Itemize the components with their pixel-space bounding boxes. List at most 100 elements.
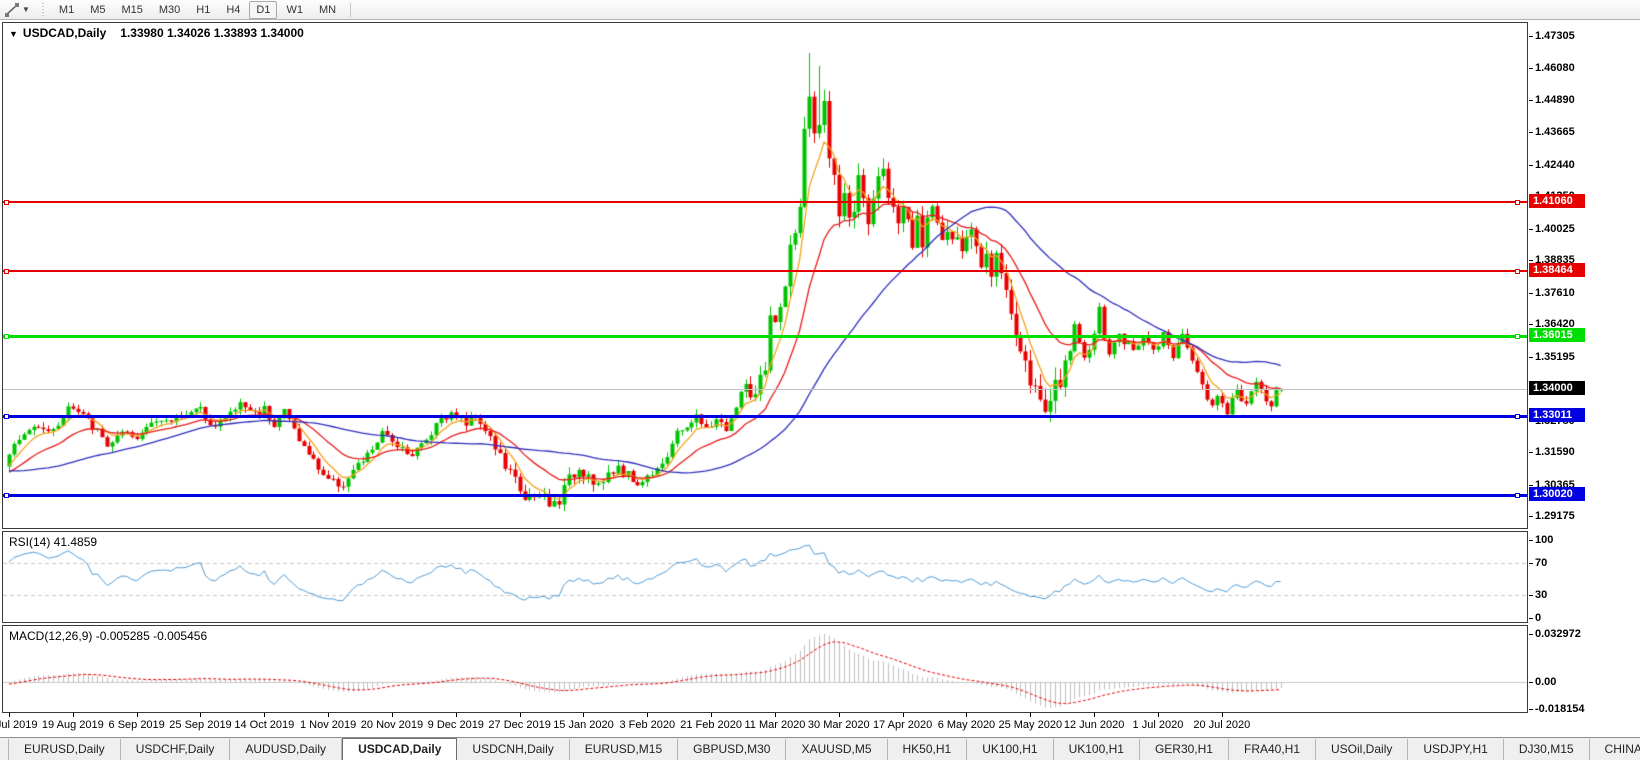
rsi-axis-tick: 100 — [1528, 534, 1554, 546]
price-axis-tick: 1.42440 — [1529, 158, 1575, 171]
rsi-canvas[interactable] — [3, 532, 1527, 622]
time-axis-label: 6 May 2020 — [937, 719, 996, 731]
timeframe-button-d1[interactable]: D1 — [249, 0, 278, 19]
macd-indicator-panel: MACD(12,26,9) -0.005285 -0.005456 — [2, 625, 1528, 713]
chart-tab-ger30-h1-11[interactable]: GER30,H1 — [1140, 739, 1229, 760]
trendline-tool-icon[interactable] — [4, 2, 20, 17]
horizontal-level-line-1.33011[interactable] — [3, 415, 1527, 418]
chart-tab-usdcnh-daily-4[interactable]: USDCNH,Daily — [457, 739, 570, 760]
price-axis-tick: 1.35195 — [1529, 350, 1575, 363]
time-axis-tick — [72, 713, 74, 717]
chart-tab-usdcad-daily-3[interactable]: USDCAD,Daily — [342, 738, 458, 760]
line-anchor-handle[interactable] — [1515, 200, 1520, 205]
timeframe-button-m1[interactable]: M1 — [52, 1, 81, 19]
time-axis-label: 9 Dec 2019 — [427, 719, 484, 731]
line-anchor-handle[interactable] — [4, 200, 9, 205]
chart-tab-usdjpy-h1-14[interactable]: USDJPY,H1 — [1408, 739, 1504, 760]
line-anchor-handle[interactable] — [1515, 493, 1520, 498]
timeframe-button-h1[interactable]: H1 — [189, 1, 217, 19]
time-axis-tick — [1094, 713, 1096, 717]
toolbar-grip[interactable] — [40, 2, 46, 17]
timeframe-button-w1[interactable]: W1 — [279, 1, 310, 19]
time-axis-tick — [647, 713, 649, 717]
chart-tab-china300-h4-16[interactable]: CHINA300,H4 — [1590, 739, 1640, 760]
horizontal-level-line-1.38464[interactable] — [3, 270, 1527, 272]
line-anchor-handle[interactable] — [4, 493, 9, 498]
price-axis-tick: 1.44890 — [1529, 93, 1575, 106]
timeframe-button-h4[interactable]: H4 — [219, 1, 247, 19]
toolbar-separator — [350, 2, 352, 17]
line-anchor-handle[interactable] — [4, 334, 9, 339]
timeframe-button-mn[interactable]: MN — [312, 1, 343, 19]
time-axis-tick — [136, 713, 138, 717]
rsi-axis-tick: 70 — [1528, 557, 1548, 570]
chart-tab-eurusd-daily-0[interactable]: EURUSD,Daily — [8, 739, 121, 760]
chart-tab-usdchf-daily-1[interactable]: USDCHF,Daily — [121, 739, 231, 760]
chart-tab-dj30-m15-15[interactable]: DJ30,M15 — [1504, 739, 1590, 760]
chart-tab-hk50-h1-8[interactable]: HK50,H1 — [888, 739, 968, 760]
time-axis-tick — [711, 713, 713, 717]
time-axis-label: 1 Nov 2019 — [300, 719, 357, 731]
macd-canvas[interactable] — [3, 626, 1527, 712]
time-axis-label: 1 Jul 2020 — [1132, 719, 1184, 731]
tool-dropdown-caret[interactable]: ▼ — [22, 5, 30, 14]
price-axis-tick: 1.47305 — [1529, 29, 1575, 42]
time-axis-tick — [774, 713, 776, 717]
chart-tab-gbpusd-m30-6[interactable]: GBPUSD,M30 — [678, 739, 787, 760]
time-axis-label: 20 Nov 2019 — [360, 719, 424, 731]
chart-title-caret[interactable]: ▼ — [9, 29, 18, 39]
timeframe-button-m30[interactable]: M30 — [152, 1, 187, 19]
timeframe-buttons: M1 M5 M15 M30 H1 H4 D1 W1 MN — [51, 0, 344, 19]
line-anchor-handle[interactable] — [1515, 334, 1520, 339]
terminal-window: ▼ M1 M5 M15 M30 H1 H4 D1 W1 MN ▼ USDCAD,Daily 1.33… — [0, 0, 1640, 760]
chart-symbol-period: USDCAD,Daily — [22, 26, 107, 40]
price-badge-1.33011: 1.33011 — [1529, 408, 1585, 422]
timeframe-button-m15[interactable]: M15 — [114, 1, 149, 19]
current-price-line — [3, 389, 1527, 390]
line-anchor-handle[interactable] — [1515, 269, 1520, 274]
chart-tab-fra40-h1-12[interactable]: FRA40,H1 — [1229, 739, 1317, 760]
price-badge-1.36015: 1.36015 — [1529, 328, 1585, 342]
time-axis-tick — [200, 713, 202, 717]
time-axis-label: 3 Feb 2020 — [619, 719, 676, 731]
line-anchor-handle[interactable] — [4, 414, 9, 419]
price-chart-canvas[interactable] — [3, 23, 1527, 528]
price-axis-tick: 1.37610 — [1529, 286, 1575, 299]
price-badge-1.41060: 1.41060 — [1529, 194, 1585, 208]
chart-tab-audusd-daily-2[interactable]: AUDUSD,Daily — [230, 739, 343, 760]
horizontal-level-line-1.41060[interactable] — [3, 201, 1527, 203]
chart-tab-eurusd-m15-5[interactable]: EURUSD,M15 — [570, 739, 679, 760]
rsi-axis-tick: 30 — [1528, 588, 1548, 601]
chart-tab-uk100-h1-10[interactable]: UK100,H1 — [1054, 739, 1140, 760]
chart-title: ▼ USDCAD,Daily 1.33980 1.34026 1.33893 1.3… — [9, 26, 304, 40]
rsi-label: RSI(14) 41.4859 — [9, 535, 98, 549]
time-axis-label: 30 Mar 2020 — [807, 719, 870, 731]
time-axis-label: 19 Aug 2019 — [41, 719, 104, 731]
time-axis-tick — [9, 713, 10, 717]
time-axis-tick — [328, 713, 330, 717]
horizontal-level-line-1.36015[interactable] — [3, 335, 1527, 338]
chart-ohlc-values: 1.33980 1.34026 1.33893 1.34000 — [120, 26, 304, 40]
macd-axis-tick: 0.00 — [1528, 676, 1557, 688]
time-axis-label: 11 Mar 2020 — [744, 719, 806, 731]
time-axis-label: 6 Sep 2019 — [108, 719, 165, 731]
time-axis-label: 25 Sep 2019 — [169, 719, 232, 731]
time-axis-label: 20 Jul 2020 — [1193, 719, 1251, 731]
time-axis-label: 27 Dec 2019 — [488, 719, 551, 731]
timeframe-toolbar: ▼ M1 M5 M15 M30 H1 H4 D1 W1 MN — [0, 0, 1640, 20]
time-axis-tick — [838, 713, 840, 717]
time-axis-tick — [519, 713, 521, 717]
price-axis-tick: 1.31590 — [1529, 446, 1575, 459]
time-axis-label: 31 Jul 2019 — [0, 719, 38, 731]
horizontal-level-line-1.30020[interactable] — [3, 494, 1527, 497]
chart-tab-xauusd-m5-7[interactable]: XAUUSD,M5 — [786, 739, 888, 760]
time-axis-tick — [583, 713, 585, 717]
line-anchor-handle[interactable] — [1515, 414, 1520, 419]
chart-tab-usoil-daily-13[interactable]: USOil,Daily — [1316, 739, 1409, 760]
time-axis-label: 21 Feb 2020 — [680, 719, 743, 731]
timeframe-button-m5[interactable]: M5 — [83, 1, 112, 19]
time-axis-tick — [264, 713, 266, 717]
line-anchor-handle[interactable] — [4, 269, 9, 274]
chart-tab-uk100-h1-9[interactable]: UK100,H1 — [967, 739, 1054, 760]
current-price-badge: 1.34000 — [1529, 381, 1585, 395]
